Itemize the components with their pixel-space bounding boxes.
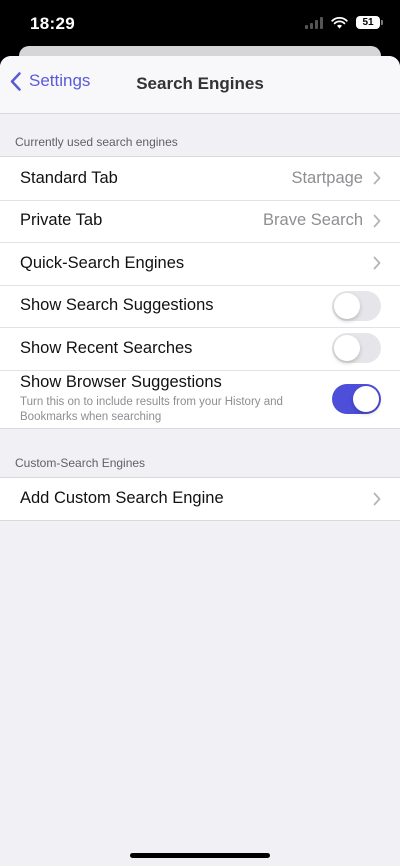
- toggle-knob: [353, 385, 379, 412]
- recent-searches-toggle[interactable]: [332, 333, 381, 364]
- row-label: Quick-Search Engines: [20, 253, 185, 272]
- settings-sheet: Settings Search Engines Currently used s…: [0, 56, 400, 866]
- show-recent-searches-row: Show Recent Searches: [0, 327, 400, 370]
- show-browser-suggestions-row: Show Browser Suggestions Turn this on to…: [0, 369, 400, 428]
- row-label: Show Recent Searches: [20, 338, 193, 357]
- status-icons: 51: [305, 16, 383, 29]
- row-value: Brave Search: [263, 211, 363, 230]
- row-subtitle: Turn this on to include results from you…: [20, 395, 283, 423]
- cellular-signal-icon: [305, 16, 323, 29]
- show-search-suggestions-row: Show Search Suggestions: [0, 284, 400, 328]
- row-label: Show Search Suggestions: [20, 296, 214, 315]
- add-custom-search-engine-row[interactable]: Add Custom Search Engine: [0, 478, 400, 521]
- status-bar: 18:29 51: [0, 0, 400, 50]
- wifi-icon: [331, 16, 348, 28]
- chevron-right-icon: [373, 171, 381, 185]
- page-title: Search Engines: [136, 74, 264, 93]
- section-header-custom: Custom-Search Engines: [15, 455, 146, 470]
- battery-icon: 51: [356, 16, 383, 29]
- toggle-knob: [334, 292, 360, 319]
- section-header-current: Currently used search engines: [15, 135, 178, 149]
- row-label: Private Tab: [20, 211, 103, 230]
- chevron-right-icon: [373, 256, 381, 270]
- row-label: Add Custom Search Engine: [20, 489, 224, 508]
- chevron-right-icon: [373, 214, 381, 228]
- toggle-knob: [334, 335, 360, 362]
- row-value: Startpage: [291, 168, 363, 187]
- status-time: 18:29: [30, 14, 75, 33]
- quick-search-engines-row[interactable]: Quick-Search Engines: [0, 242, 400, 285]
- row-label: Standard Tab: [20, 168, 118, 187]
- row-label: Show Browser Suggestions: [20, 372, 222, 391]
- custom-engines-group: Add Custom Search Engine: [0, 476, 400, 521]
- private-tab-row[interactable]: Private Tab Brave Search: [0, 199, 400, 243]
- chevron-right-icon: [373, 492, 381, 506]
- standard-tab-row[interactable]: Standard Tab Startpage: [0, 157, 400, 200]
- current-engines-group: Standard Tab Startpage Private Tab Brave…: [0, 156, 400, 429]
- search-suggestions-toggle[interactable]: [332, 290, 381, 321]
- row-text: Show Browser Suggestions Turn this on to…: [20, 373, 332, 425]
- navigation-bar: Settings Search Engines: [0, 56, 400, 114]
- home-indicator[interactable]: [130, 853, 270, 858]
- browser-suggestions-toggle[interactable]: [332, 383, 381, 414]
